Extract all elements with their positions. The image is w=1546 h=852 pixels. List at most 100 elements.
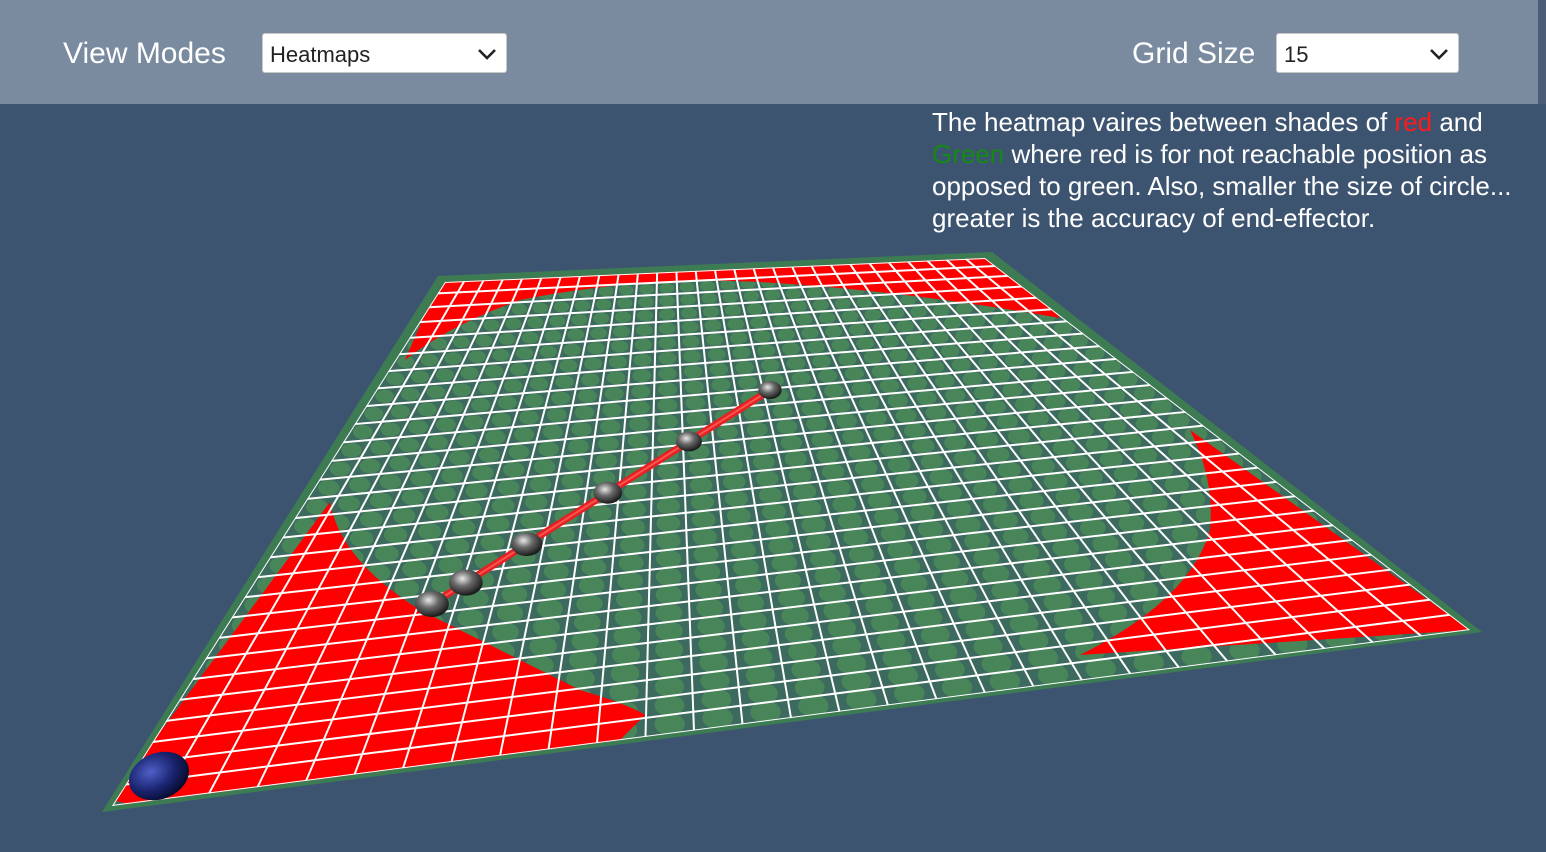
reachable-circle bbox=[786, 356, 806, 370]
reachable-circle bbox=[386, 372, 405, 386]
reachable-circle bbox=[583, 540, 609, 558]
reachable-circle bbox=[1103, 418, 1126, 435]
reachable-circle bbox=[895, 408, 917, 424]
reachable-circle bbox=[571, 314, 588, 326]
reachable-circle bbox=[1008, 428, 1031, 445]
reachable-circle bbox=[887, 540, 913, 560]
reachable-circle bbox=[727, 318, 745, 330]
reachable-circle bbox=[1099, 450, 1124, 468]
reachable-circle bbox=[732, 346, 751, 359]
reachable-circle bbox=[658, 367, 677, 381]
reachable-circle bbox=[657, 414, 678, 429]
reachable-circle bbox=[608, 355, 627, 369]
joint-sphere bbox=[758, 381, 782, 399]
reachable-circle bbox=[472, 465, 494, 481]
reachable-circle bbox=[900, 574, 928, 594]
reachable-circle bbox=[951, 357, 971, 372]
reachable-circle bbox=[720, 279, 736, 291]
reachable-circle bbox=[780, 435, 803, 451]
reachable-circle bbox=[737, 593, 765, 613]
reachable-circle bbox=[685, 395, 706, 410]
reachable-circle bbox=[686, 411, 707, 427]
joint-sphere bbox=[675, 431, 702, 452]
reachable-circle bbox=[574, 300, 591, 312]
reachable-circle bbox=[768, 537, 794, 556]
reachable-circle bbox=[379, 474, 402, 490]
reachable-circle bbox=[597, 436, 619, 452]
reachable-circle bbox=[420, 353, 439, 367]
reachable-circle bbox=[656, 497, 680, 515]
reachable-circle bbox=[795, 313, 813, 326]
reachable-circle bbox=[501, 585, 528, 604]
reachable-circle bbox=[1074, 391, 1096, 407]
reachable-circle bbox=[329, 461, 351, 477]
reachable-circle bbox=[887, 393, 908, 408]
reachable-circle bbox=[962, 371, 983, 386]
reachable-circle bbox=[696, 598, 724, 618]
reachable-circle bbox=[1085, 436, 1109, 453]
reachable-circle bbox=[887, 456, 911, 473]
reachable-circle bbox=[838, 352, 857, 366]
grid-size-selected: 15 bbox=[1284, 42, 1309, 67]
reachable-circle bbox=[724, 304, 741, 317]
reachable-circle bbox=[843, 528, 869, 547]
reachable-circle bbox=[441, 468, 463, 484]
reachable-circle bbox=[578, 576, 605, 595]
reachable-circle bbox=[1133, 447, 1158, 464]
reachable-circle bbox=[614, 608, 642, 628]
reachable-circle bbox=[1052, 439, 1076, 456]
reachable-circle bbox=[655, 567, 682, 586]
reachable-circle bbox=[818, 311, 836, 324]
reachable-circle bbox=[738, 375, 758, 390]
reachable-circle bbox=[618, 284, 634, 296]
reachable-circle bbox=[758, 486, 783, 504]
reachable-circle bbox=[617, 571, 644, 591]
reachable-circle bbox=[834, 297, 851, 310]
reachable-circle bbox=[976, 431, 999, 448]
workspace-viewport[interactable] bbox=[0, 104, 1546, 852]
reachable-circle bbox=[788, 466, 812, 484]
reachable-circle bbox=[871, 364, 891, 379]
view-modes-selected: Heatmaps bbox=[270, 42, 371, 67]
reachable-circle bbox=[513, 427, 535, 442]
reachable-circle bbox=[842, 429, 864, 445]
reachable-circle bbox=[505, 318, 522, 330]
reachable-circle bbox=[532, 302, 549, 314]
reachable-circle bbox=[538, 441, 560, 457]
reachable-circle bbox=[483, 319, 500, 331]
reachable-circle bbox=[729, 331, 748, 345]
reachable-circle bbox=[814, 566, 841, 586]
reachable-circle bbox=[735, 575, 762, 595]
reachable-circle bbox=[730, 541, 757, 560]
reachable-circle bbox=[426, 385, 446, 399]
reachable-circle bbox=[1043, 472, 1068, 490]
view-modes-dropdown[interactable]: Heatmaps bbox=[262, 33, 507, 73]
reachable-circle bbox=[1041, 523, 1068, 542]
reachable-circle bbox=[539, 345, 557, 358]
reachable-circle bbox=[471, 398, 491, 412]
reachable-circle bbox=[792, 483, 817, 500]
reachable-circle bbox=[529, 476, 552, 493]
reachable-circle bbox=[534, 361, 553, 374]
reachable-circle bbox=[593, 312, 610, 325]
reachable-circle bbox=[865, 410, 887, 426]
reachable-circle bbox=[680, 307, 698, 319]
reachable-circle bbox=[1135, 415, 1158, 432]
joint-sphere bbox=[511, 532, 543, 557]
reachable-circle bbox=[887, 307, 905, 320]
reachable-circle bbox=[1118, 514, 1145, 533]
reachable-circle bbox=[762, 503, 786, 521]
reachable-circle bbox=[349, 530, 374, 547]
reachable-circle bbox=[746, 303, 763, 315]
reachable-circle bbox=[680, 294, 696, 306]
reachable-circle bbox=[452, 519, 476, 536]
reachable-circle bbox=[1005, 353, 1025, 368]
reachable-circle bbox=[1018, 338, 1037, 352]
reachable-circle bbox=[702, 305, 720, 318]
reachable-circle bbox=[704, 319, 722, 332]
reachable-circle bbox=[401, 489, 424, 506]
grid-size-dropdown[interactable]: 15 bbox=[1276, 33, 1459, 73]
reachable-circle bbox=[768, 301, 785, 314]
reachable-circle bbox=[427, 435, 448, 450]
reachable-circle bbox=[880, 441, 903, 458]
